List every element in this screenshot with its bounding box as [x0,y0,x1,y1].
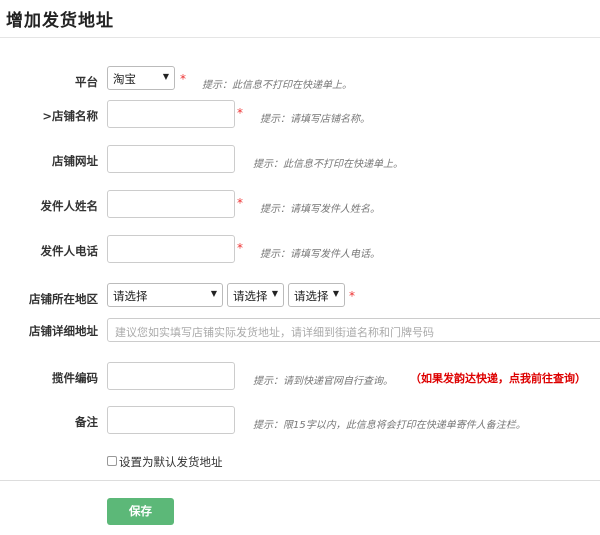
required-marker: * [349,289,355,303]
platform-select[interactable]: 淘宝 ▼ [107,66,175,90]
pickup-code-row: 揽件编码 提示：请到快递官网自行查询。 （如果发韵达快递，点我前往查询） [0,362,600,392]
region-row: 店铺所在地区 请选择 ▼ 请选择 ▼ 请选择 ▼ * [0,283,600,313]
platform-hint: 提示：此信息不打印在快递单上。 [202,80,352,91]
district-select-value: 请选择 [294,289,329,303]
address-input[interactable]: 建议您如实填写店铺实际发货地址，请详细到街道名称和门牌号码 [107,318,600,342]
remark-hint: 提示：限15字以内，此信息将会打印在快递单寄件人备注栏。 [253,420,526,431]
city-select[interactable]: 请选择 ▼ [227,283,284,307]
required-marker: * [237,196,243,210]
region-label: 店铺所在地区 [29,292,98,306]
remark-input[interactable] [107,406,235,434]
divider [0,480,600,481]
address-row: 店铺详细地址 建议您如实填写店铺实际发货地址，请详细到街道名称和门牌号码 [0,318,600,348]
shop-url-label: 店铺网址 [52,154,98,168]
shop-name-input[interactable] [107,100,235,128]
address-label: 店铺详细地址 [29,324,98,338]
chevron-down-icon: ▼ [332,289,339,298]
platform-label: 平台 [75,75,98,89]
chevron-down-icon: ▼ [210,289,217,298]
shop-url-hint: 提示：此信息不打印在快递单上。 [253,159,403,170]
required-marker: * [237,241,243,255]
shop-url-input[interactable] [107,145,235,173]
yunda-query-link[interactable]: （如果发韵达快递，点我前往查询） [410,370,586,386]
platform-row: 平台 淘宝 ▼ * 提示：此信息不打印在快递单上。 [0,66,600,96]
sender-phone-row: 发件人电话 * 提示：请填写发件人电话。 [0,235,600,265]
page-title: 增加发货地址 [6,11,114,31]
sender-name-row: 发件人姓名 * 提示：请填写发件人姓名。 [0,190,600,220]
province-select[interactable]: 请选择 ▼ [107,283,223,307]
save-button[interactable]: 保存 [107,498,174,525]
pickup-code-input[interactable] [107,362,235,390]
default-address-checkbox[interactable] [107,456,117,466]
pickup-code-label: 揽件编码 [52,371,98,385]
remark-row: 备注 提示：限15字以内，此信息将会打印在快递单寄件人备注栏。 [0,406,600,436]
sender-phone-label: 发件人电话 [40,244,99,258]
sender-phone-input[interactable] [107,235,235,263]
city-select-value: 请选择 [233,289,268,303]
page-header: 增加发货地址 [0,0,600,38]
default-address-label: 设置为默认发货地址 [119,455,223,469]
sender-phone-hint: 提示：请填写发件人电话。 [260,249,380,260]
pickup-code-hint: 提示：请到快递官网自行查询。 [253,376,393,387]
required-marker: * [180,72,186,86]
shop-name-hint: 提示：请填写店铺名称。 [260,114,370,125]
district-select[interactable]: 请选择 ▼ [288,283,345,307]
shop-name-row: >店铺名称 * 提示：请填写店铺名称。 [0,100,600,130]
chevron-down-icon: ▼ [271,289,278,298]
chevron-down-icon: ▼ [162,72,169,81]
shop-url-row: 店铺网址 提示：此信息不打印在快递单上。 [0,145,600,175]
sender-name-label: 发件人姓名 [40,199,99,213]
address-placeholder: 建议您如实填写店铺实际发货地址，请详细到街道名称和门牌号码 [115,326,434,339]
remark-label: 备注 [75,415,98,429]
sender-name-input[interactable] [107,190,235,218]
province-select-value: 请选择 [113,289,148,303]
platform-select-value: 淘宝 [113,72,136,86]
shop-name-label: >店铺名称 [42,109,98,123]
required-marker: * [237,106,243,120]
sender-name-hint: 提示：请填写发件人姓名。 [260,204,380,215]
